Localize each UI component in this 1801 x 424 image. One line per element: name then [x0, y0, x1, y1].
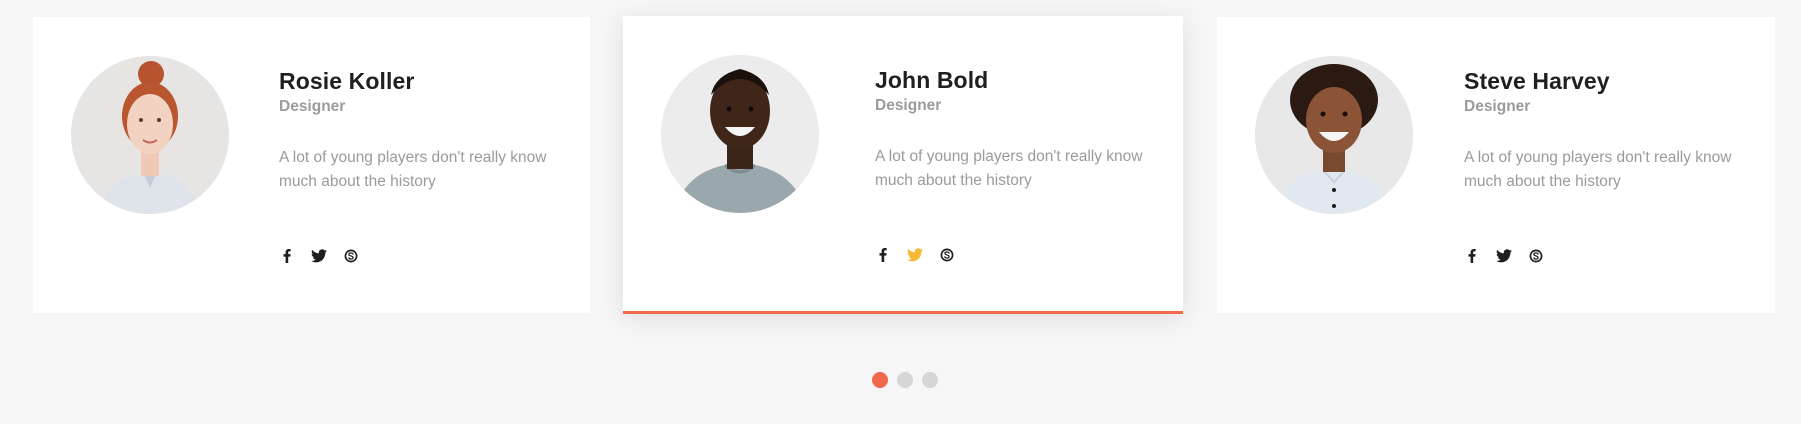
member-description: A lot of young players don't really know…	[279, 149, 547, 190]
skype-icon[interactable]	[1528, 248, 1544, 264]
member-role: Designer	[279, 98, 346, 115]
avatar	[71, 56, 229, 214]
skype-icon[interactable]	[343, 248, 359, 264]
member-name: John Bold	[875, 67, 989, 93]
member-role: Designer	[1464, 98, 1531, 115]
member-info: John Bold Designer A lot of young player…	[875, 66, 1163, 193]
team-card-active: John Bold Designer A lot of young player…	[623, 16, 1183, 314]
avatar	[661, 55, 819, 213]
pagination-dot-1[interactable]	[872, 372, 888, 388]
member-info: Rosie Koller Designer A lot of young pla…	[279, 67, 570, 194]
facebook-icon[interactable]	[875, 247, 891, 263]
facebook-icon[interactable]	[279, 248, 295, 264]
member-description: A lot of young players don't really know…	[875, 148, 1143, 189]
member-name: Steve Harvey	[1464, 68, 1610, 94]
carousel-pagination	[872, 372, 938, 388]
skype-icon[interactable]	[939, 247, 955, 263]
social-links	[279, 248, 359, 264]
twitter-icon[interactable]	[907, 247, 923, 263]
active-card-underline	[623, 311, 1183, 314]
member-description: A lot of young players don't really know…	[1464, 149, 1732, 190]
member-name: Rosie Koller	[279, 68, 415, 94]
avatar	[1255, 56, 1413, 214]
social-links	[1464, 248, 1544, 264]
pagination-dot-2[interactable]	[897, 372, 913, 388]
twitter-icon[interactable]	[311, 248, 327, 264]
pagination-dot-3[interactable]	[922, 372, 938, 388]
twitter-icon[interactable]	[1496, 248, 1512, 264]
facebook-icon[interactable]	[1464, 248, 1480, 264]
member-role: Designer	[875, 97, 942, 114]
member-info: Steve Harvey Designer A lot of young pla…	[1464, 67, 1755, 194]
team-card: Steve Harvey Designer A lot of young pla…	[1217, 17, 1775, 313]
team-carousel: Rosie Koller Designer A lot of young pla…	[0, 0, 1801, 424]
social-links	[875, 247, 955, 263]
team-card: Rosie Koller Designer A lot of young pla…	[33, 17, 590, 313]
